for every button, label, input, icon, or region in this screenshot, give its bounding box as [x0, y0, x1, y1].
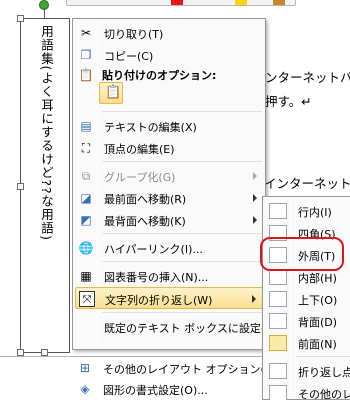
menu-item-send-to-back[interactable]: ◩ 最背面へ移動(K) — [75, 209, 263, 231]
submenu-item-label: 内部(H) — [298, 272, 337, 285]
submenu-item-behind-text[interactable]: 背面(D) — [265, 310, 350, 332]
mini-toolbar[interactable] — [66, 0, 296, 6]
more-layout-icon — [269, 385, 287, 400]
paste-keep-text-only-button[interactable]: 📋 — [99, 82, 123, 104]
submenu-item-label: 前面(N) — [298, 338, 337, 351]
behind-text-icon — [269, 313, 287, 329]
menu-item-cut[interactable]: ✂ 切り取り(T) — [75, 22, 263, 44]
menu-item-label: 頂点の編集(E) — [104, 143, 175, 156]
menu-item-text-wrap[interactable]: ⤧ 文字列の折り返し(W) — [75, 287, 263, 309]
menu-item-set-default-textbox[interactable]: 既定のテキスト ボックスに設定(D) — [75, 316, 278, 338]
hyperlink-icon: 🌐 — [78, 241, 94, 255]
doc-text-line-2: 押す。↵ — [265, 94, 312, 109]
vertical-text: 用語集(よく耳にするけど??な用語) — [39, 25, 54, 242]
submenu-item-label: 折り返し点の — [298, 366, 350, 379]
submenu-item-label: 上下(O) — [298, 294, 338, 307]
copy-icon: ❐ — [80, 48, 92, 62]
menu-item-label: 既定のテキスト ボックスに設定(D) — [104, 322, 278, 335]
menu-item-copy[interactable]: ❐ コピー(C) — [75, 44, 263, 66]
menu-separator — [102, 312, 262, 313]
submenu-item-more-layout[interactable]: その他のレイア — [265, 382, 350, 400]
font-color-swatch[interactable] — [171, 0, 183, 5]
top-bottom-icon — [269, 291, 287, 307]
paste-options-icon: 📋 — [78, 68, 94, 82]
in-front-icon — [269, 335, 287, 351]
menu-item-label: ハイパーリンク(I)... — [104, 243, 203, 256]
doc-text-line-3: インターネット — [264, 176, 350, 191]
menu-item-bring-to-front[interactable]: ◪ 最前面へ移動(R) — [75, 187, 263, 209]
menu-item-label: コピー(C) — [104, 50, 154, 63]
menu-item-label: 図表番号の挿入(N)... — [104, 271, 209, 284]
submenu-item-in-front[interactable]: 前面(N) — [265, 332, 350, 354]
submenu-item-edit-wrap-points[interactable]: 折り返し点の — [265, 360, 350, 382]
edit-points-icon: ⛶ — [81, 141, 91, 155]
layout-options-icon: ⊞ — [79, 361, 91, 375]
submenu-item-top-bottom[interactable]: 上下(O) — [265, 288, 350, 310]
submenu-arrow-icon — [253, 194, 257, 202]
menu-separator — [102, 233, 262, 234]
word-document-stage: ンターネットバ 押す。↵ インターネット 用語集(よく耳にするけど??な用語) … — [0, 0, 350, 400]
context-menu: ✂ 切り取り(T) ❐ コピー(C) 📋 貼り付けのオプション: 📋 ▤ テキス… — [72, 18, 278, 350]
edit-wrap-points-icon — [269, 363, 287, 379]
menu-item-layout-options[interactable]: ⊞ その他のレイアウト オプション(L)... — [74, 357, 286, 379]
through-icon — [269, 269, 287, 285]
menu-item-edit-points[interactable]: ⛶ 頂点の編集(E) — [75, 137, 263, 159]
menu-item-group[interactable]: ⧉ グループ化(G) — [75, 165, 263, 187]
paste-options-heading: 貼り付けのオプション: — [102, 69, 217, 82]
menu-item-label: 切り取り(T) — [104, 28, 164, 41]
submenu-arrow-icon — [252, 295, 256, 303]
text-wrap-submenu: 行内(I) 四角(S) 外周(T) 内部(H) 上下(O) 背面(D) 前面(N… — [262, 196, 350, 400]
menu-item-label: テキストの編集(X) — [104, 121, 197, 134]
shape-fill-swatch[interactable] — [273, 0, 285, 5]
resize-handle-bottom-left[interactable] — [17, 349, 24, 356]
menu-item-hyperlink[interactable]: 🌐 ハイパーリンク(I)... — [75, 237, 263, 259]
format-shape-icon: ◈ — [80, 382, 90, 396]
resize-handle-top-left[interactable] — [17, 15, 24, 22]
text-wrap-icon: ⤧ — [79, 291, 95, 307]
menu-item-label: 文字列の折り返し(W) — [105, 294, 213, 307]
resize-handle-bottom[interactable] — [41, 349, 48, 356]
insert-caption-icon: ▦ — [80, 269, 92, 283]
menu-item-label: 図形の書式設定(O)... — [103, 384, 208, 397]
group-icon: ⧉ — [81, 169, 91, 183]
doc-text-line-1: ンターネットバ — [265, 70, 350, 85]
menu-separator — [102, 161, 262, 162]
menu-item-insert-caption[interactable]: ▦ 図表番号の挿入(N)... — [75, 265, 263, 287]
rotate-handle-stem — [44, 8, 45, 18]
submenu-item-label: 背面(D) — [298, 316, 338, 329]
menu-separator — [102, 261, 262, 262]
submenu-separator — [296, 356, 350, 357]
edit-text-icon: ▤ — [80, 119, 92, 133]
highlight-swatch[interactable] — [235, 0, 247, 5]
submenu-item-label: 行内(I) — [298, 206, 332, 219]
submenu-item-inline[interactable]: 行内(I) — [265, 200, 350, 222]
submenu-item-label: その他のレイア — [298, 388, 350, 400]
menu-item-label: 最前面へ移動(R) — [104, 193, 187, 206]
scissors-icon: ✂ — [80, 26, 92, 40]
red-highlight-annotation — [260, 237, 344, 271]
vertical-text-box[interactable]: 用語集(よく耳にするけど??な用語) — [20, 18, 70, 353]
menu-item-label: その他のレイアウト オプション(L)... — [103, 363, 286, 376]
paste-clipboard-icon: 📋 — [105, 85, 122, 100]
resize-handle-left[interactable] — [17, 183, 24, 190]
submenu-arrow-icon — [253, 172, 257, 180]
menu-item-label: グループ化(G) — [104, 171, 176, 184]
inline-icon — [269, 203, 287, 219]
menu-item-edit-text[interactable]: ▤ テキストの編集(X) — [75, 115, 263, 137]
send-to-back-icon: ◩ — [80, 213, 92, 227]
menu-separator — [102, 111, 262, 112]
menu-item-format-shape[interactable]: ◈ 図形の書式設定(O)... — [74, 378, 262, 400]
bring-to-front-icon: ◪ — [80, 191, 92, 205]
submenu-arrow-icon — [253, 216, 257, 224]
menu-item-label: 最背面へ移動(K) — [104, 215, 186, 228]
